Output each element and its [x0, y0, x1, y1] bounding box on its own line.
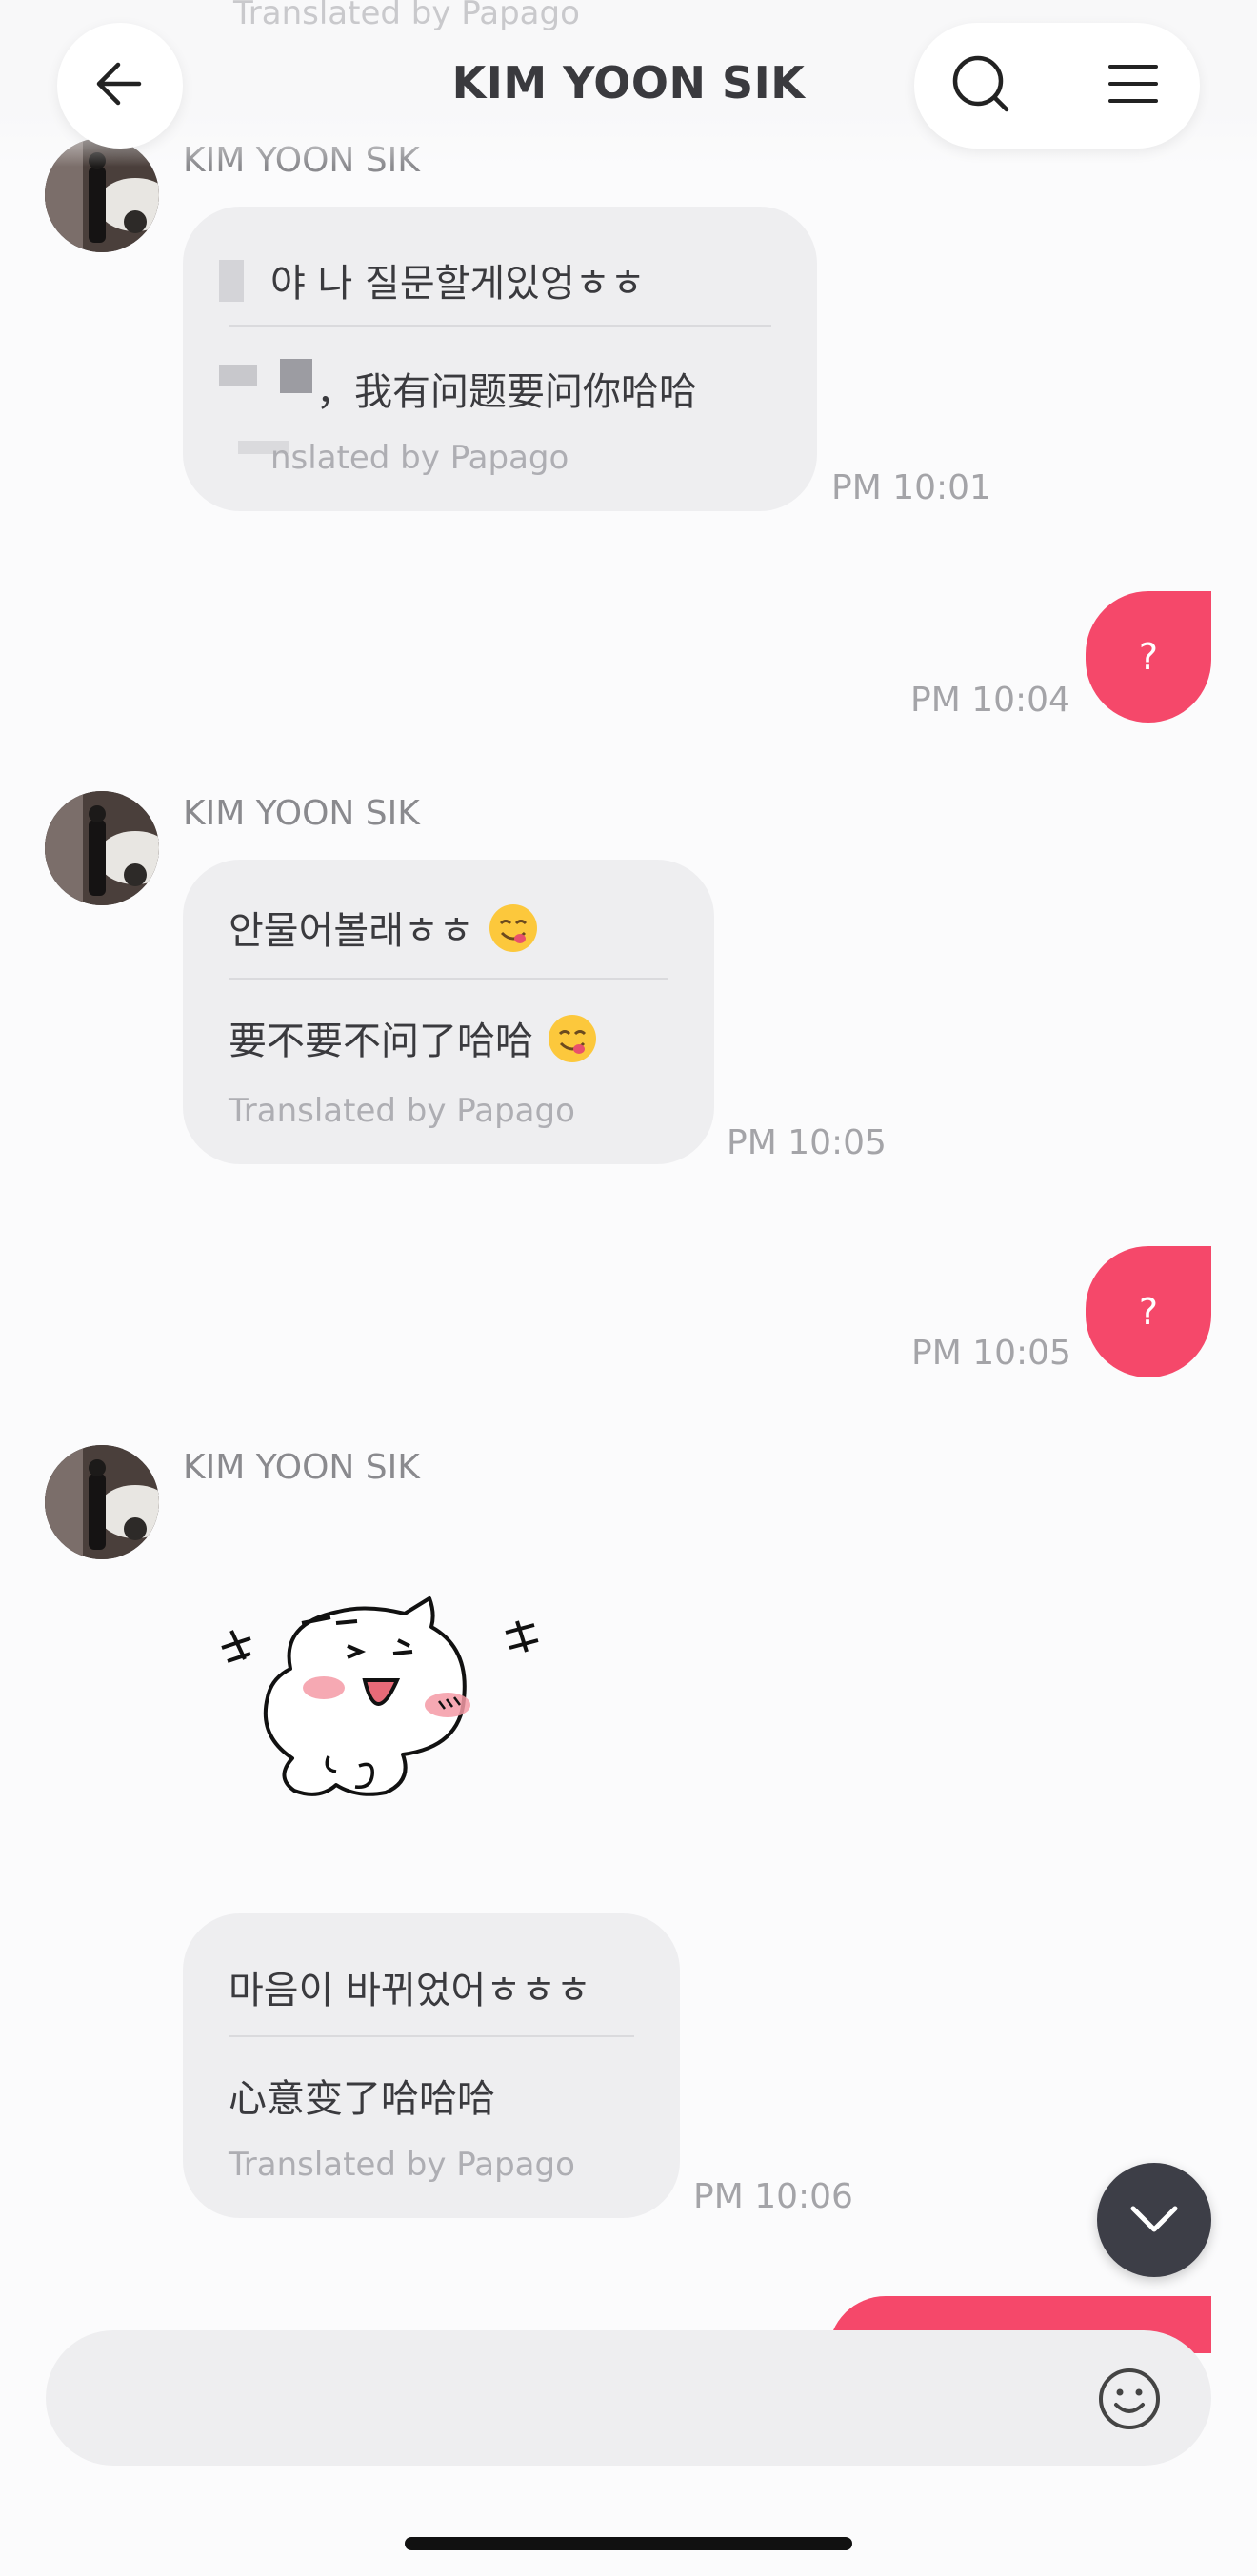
- scroll-to-bottom-button[interactable]: [1097, 2163, 1211, 2277]
- outgoing-message-bubble[interactable]: ?: [1086, 591, 1211, 723]
- sender-name: KIM YOON SIK: [183, 794, 420, 833]
- avatar[interactable]: [45, 1445, 159, 1559]
- message-input[interactable]: [46, 2330, 1211, 2466]
- outgoing-message-bubble[interactable]: ?: [1086, 1246, 1211, 1377]
- incoming-message-bubble[interactable]: 야 나 질문할게있엉ㅎㅎ ，我有问题要问你哈哈 nslated by Papag…: [183, 207, 817, 511]
- message-timestamp: PM 10:01: [831, 468, 991, 507]
- happy-cat-sticker[interactable]: [214, 1585, 557, 1833]
- translation-credit: Translated by Papago: [229, 2146, 575, 2184]
- translated-text: 要不要不问了哈哈: [229, 1020, 533, 1063]
- search-icon: [949, 52, 1012, 119]
- translation-divider: [229, 2035, 634, 2037]
- translated-line: 要不要不问了哈哈: [229, 1010, 598, 1074]
- message-timestamp: PM 10:05: [911, 1334, 1071, 1373]
- yum-emoji-icon: [488, 902, 539, 963]
- header-actions: [914, 23, 1200, 149]
- scrolled-translation-credit: Translated by Papago: [233, 0, 580, 32]
- sender-name: KIM YOON SIK: [183, 1448, 420, 1487]
- menu-icon: [1105, 55, 1162, 116]
- original-text: 마음이 바뀌었어ㅎㅎㅎ: [229, 1969, 591, 2012]
- original-text: 안물어볼래ㅎㅎ: [229, 909, 474, 953]
- original-text: 야 나 질문할게있엉ㅎㅎ: [270, 262, 646, 306]
- message-timestamp: PM 10:06: [693, 2177, 853, 2216]
- translated-text: 心意变了哈哈哈: [229, 2077, 495, 2121]
- translation-divider: [229, 978, 668, 980]
- redacted-name: [280, 359, 312, 393]
- message-timestamp: PM 10:04: [910, 681, 1070, 720]
- home-indicator[interactable]: [405, 2537, 852, 2550]
- original-line: 안물어볼래ㅎㅎ: [229, 900, 539, 963]
- avatar[interactable]: [45, 791, 159, 905]
- incoming-message-bubble[interactable]: 안물어볼래ㅎㅎ 要不要不问了哈哈 Translated by Papago: [183, 860, 714, 1164]
- redacted-name: [219, 365, 257, 386]
- yum-emoji-icon: [547, 1013, 598, 1074]
- menu-button[interactable]: [1105, 57, 1162, 114]
- emoji-smile-icon: [1097, 2368, 1162, 2435]
- translation-divider: [229, 325, 771, 327]
- chevron-down-icon: [1127, 2191, 1181, 2249]
- message-timestamp: PM 10:05: [727, 1123, 887, 1162]
- incoming-message-bubble[interactable]: 마음이 바뀌었어ㅎㅎㅎ 心意变了哈哈哈 Translated by Papago: [183, 1913, 680, 2218]
- emoji-button[interactable]: [1097, 2367, 1162, 2431]
- search-button[interactable]: [952, 55, 1009, 114]
- translation-credit: nslated by Papago: [270, 439, 569, 477]
- translation-credit: Translated by Papago: [229, 1092, 575, 1130]
- translated-text: ，我有问题要问你哈哈: [316, 370, 697, 414]
- redacted-name: [219, 260, 244, 302]
